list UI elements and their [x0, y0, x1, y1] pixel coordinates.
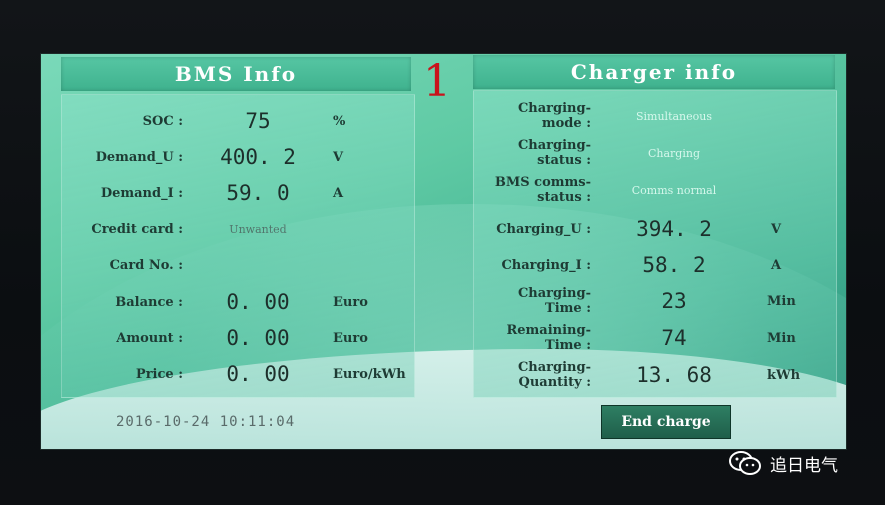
- bms-row-demand-i: Demand_I : 59. 0 A: [61, 178, 393, 208]
- charger-row-charging-i: Charging_I : 58. 2 A: [473, 250, 821, 280]
- credit-card-label: Credit card :: [91, 221, 183, 237]
- charging-i-unit: A: [771, 257, 782, 273]
- charging-time-value: 23: [661, 289, 687, 313]
- charger-row-charging-time: Charging- Time : 23 Min: [473, 283, 817, 319]
- bms-row-price: Price : 0. 00 Euro/kWh: [61, 359, 421, 389]
- charging-time-label: Charging- Time :: [517, 286, 591, 316]
- wechat-icon: [729, 451, 761, 475]
- bms-row-credit-card: Credit card : Unwanted: [61, 215, 333, 243]
- demand-i-value: 59. 0: [226, 181, 290, 205]
- watermark: 追日电气: [728, 450, 838, 476]
- soc-label: SOC :: [142, 113, 183, 129]
- demand-u-unit: V: [333, 149, 344, 165]
- credit-card-value: Unwanted: [229, 222, 287, 236]
- charger-title: Charger info: [473, 55, 835, 89]
- amount-label: Amount :: [116, 330, 183, 346]
- charger-row-status: Charging- status : Charging: [473, 135, 757, 171]
- charging-quantity-label: Charging- Quantity :: [517, 360, 591, 390]
- price-value: 0. 00: [226, 362, 290, 386]
- page-number: 1: [423, 56, 451, 107]
- charging-i-label: Charging_I :: [501, 257, 591, 273]
- bms-row-balance: Balance : 0. 00 Euro: [61, 287, 413, 317]
- charger-row-charging-u: Charging_U : 394. 2 V: [473, 214, 821, 244]
- charging-status-value: Charging: [647, 146, 700, 160]
- bms-comms-status-value: Comms normal: [631, 183, 717, 197]
- charger-row-mode: Charging- mode : Simultaneous: [473, 98, 757, 134]
- demand-i-unit: A: [333, 185, 344, 201]
- charger-row-bms-comms: BMS comms- status : Comms normal: [473, 172, 757, 208]
- charging-quantity-value: 13. 68: [636, 363, 712, 387]
- charging-mode-value: Simultaneous: [635, 109, 712, 123]
- charging-i-value: 58. 2: [642, 253, 706, 277]
- balance-label: Balance :: [115, 294, 183, 310]
- bms-title: BMS Info: [61, 57, 411, 91]
- demand-i-label: Demand_I :: [100, 185, 183, 201]
- charger-row-quantity: Charging- Quantity : 13. 68 kWh: [473, 357, 817, 393]
- card-no-label: Card No. :: [109, 257, 183, 273]
- charger-row-remaining-time: Remaining- Time : 74 Min: [473, 320, 817, 356]
- price-label: Price :: [135, 366, 183, 382]
- charging-u-unit: V: [771, 221, 782, 237]
- balance-value: 0. 00: [226, 290, 290, 314]
- demand-u-label: Demand_U :: [95, 149, 183, 165]
- remaining-time-value: 74: [661, 326, 687, 350]
- charging-status-label: Charging- status :: [517, 138, 591, 168]
- bms-row-card-no: Card No. :: [61, 251, 333, 279]
- charging-time-unit: Min: [767, 293, 796, 309]
- watermark-text: 追日电气: [770, 455, 838, 476]
- remaining-time-unit: Min: [767, 330, 796, 346]
- datetime-display: 2016-10-24 10:11:04: [116, 414, 296, 430]
- end-charge-button[interactable]: End charge: [601, 405, 731, 439]
- bms-row-amount: Amount : 0. 00 Euro: [61, 323, 413, 353]
- amount-unit: Euro: [333, 330, 368, 346]
- bms-comms-status-label: BMS comms- status :: [494, 175, 591, 205]
- charging-quantity-unit: kWh: [767, 367, 801, 383]
- balance-unit: Euro: [333, 294, 368, 310]
- price-unit: Euro/kWh: [333, 366, 406, 382]
- charging-mode-label: Charging- mode :: [517, 101, 591, 131]
- remaining-time-label: Remaining- Time :: [506, 323, 591, 353]
- bms-row-soc: SOC : 75 %: [61, 106, 393, 136]
- amount-value: 0. 00: [226, 326, 290, 350]
- soc-value: 75: [245, 109, 271, 133]
- demand-u-value: 400. 2: [220, 145, 296, 169]
- soc-unit: %: [333, 113, 346, 129]
- charging-u-value: 394. 2: [636, 217, 712, 241]
- charging-u-label: Charging_U :: [496, 221, 591, 237]
- bms-row-demand-u: Demand_U : 400. 2 V: [61, 142, 393, 172]
- charger-screen: BMS Info SOC : 75 % Demand_U : 400. 2 V …: [40, 53, 847, 450]
